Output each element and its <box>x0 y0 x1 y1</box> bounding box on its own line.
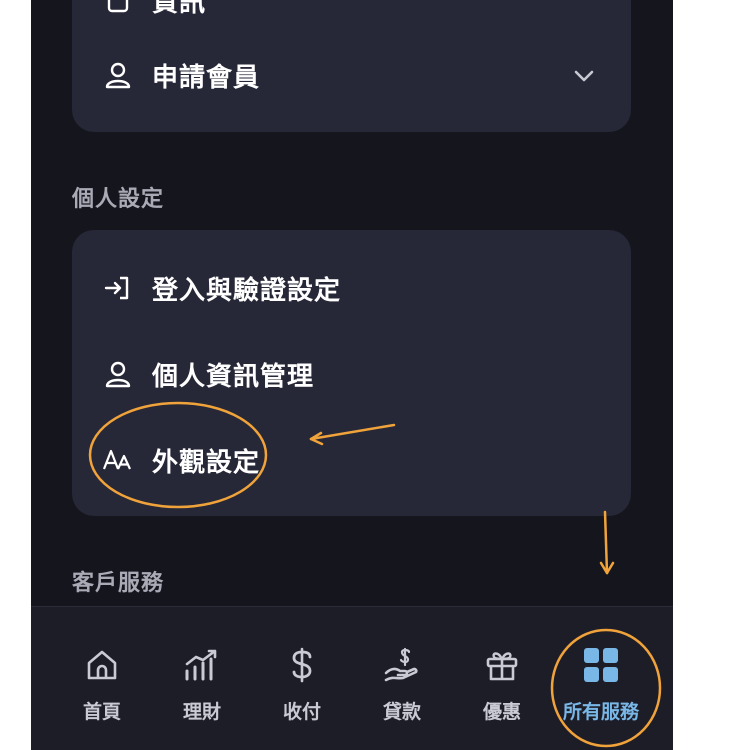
nav-label-payment: 收付 <box>282 701 321 723</box>
nav-label-invest: 理財 <box>182 701 221 723</box>
list-item-label: 資訊 <box>152 0 207 18</box>
nav-item-home[interactable]: 首頁 <box>62 645 142 724</box>
document-icon <box>102 0 134 16</box>
font-size-icon <box>102 444 134 476</box>
member-card: 資訊 申請會員 <box>72 0 631 132</box>
personal-info-item[interactable]: 個人資訊管理 <box>102 344 601 404</box>
apply-member-item[interactable]: 申請會員 <box>102 45 601 105</box>
nav-label-offers: 優惠 <box>482 701 521 723</box>
nav-item-payment[interactable]: 收付 <box>262 645 342 724</box>
person-icon <box>102 358 134 390</box>
list-item-partial[interactable]: 資訊 <box>102 0 601 30</box>
personal-settings-card: 登入與驗證設定 個人資訊管理 外觀設定 <box>72 230 631 516</box>
section-title-personal: 個人設定 <box>72 187 165 212</box>
app-screen: 資訊 申請會員 個人設定 登入與驗證設定 個人資訊管理 外觀設定 客戶服務 首頁… <box>31 0 673 750</box>
appearance-settings-label: 外觀設定 <box>152 447 261 478</box>
nav-item-all-services[interactable]: 所有服務 <box>561 645 641 724</box>
login-auth-settings-label: 登入與驗證設定 <box>152 275 342 306</box>
grid-icon <box>581 645 621 685</box>
chart-icon <box>182 645 222 685</box>
bottom-nav: 首頁 理財 收付 貸款 優惠 所有服務 <box>31 606 673 750</box>
loan-icon <box>382 645 422 685</box>
nav-item-invest[interactable]: 理財 <box>162 645 242 724</box>
person-icon <box>102 59 134 91</box>
section-title-service: 客戶服務 <box>72 571 165 596</box>
apply-member-label: 申請會員 <box>152 62 261 93</box>
nav-label-all-services: 所有服務 <box>562 701 639 723</box>
home-icon <box>82 645 122 685</box>
login-icon <box>102 272 134 304</box>
gift-icon <box>482 645 522 685</box>
personal-info-label: 個人資訊管理 <box>152 361 315 392</box>
appearance-settings-item[interactable]: 外觀設定 <box>102 430 601 490</box>
nav-label-loan: 貸款 <box>382 701 421 723</box>
dollar-icon <box>282 645 322 685</box>
chevron-down-icon[interactable] <box>571 63 597 93</box>
login-auth-settings-item[interactable]: 登入與驗證設定 <box>102 258 601 318</box>
nav-label-home: 首頁 <box>82 701 121 723</box>
nav-item-offers[interactable]: 優惠 <box>462 645 542 724</box>
nav-item-loan[interactable]: 貸款 <box>362 645 442 724</box>
